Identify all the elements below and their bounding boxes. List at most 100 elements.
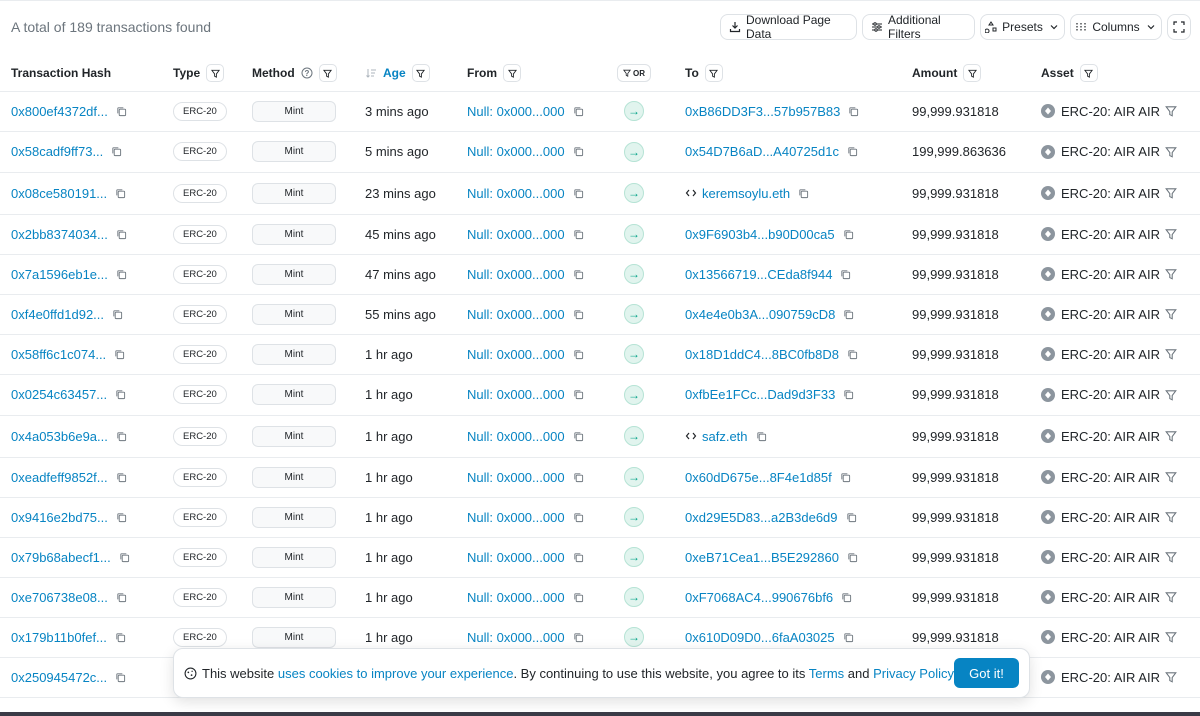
to-address-link[interactable]: 0x18D1ddC4...8BC0fb8D8 [685,347,839,362]
from-address-link[interactable]: Null: 0x000...000 [467,104,565,119]
transaction-hash-link[interactable]: 0x250945472c... [11,670,107,685]
from-address-link[interactable]: Null: 0x000...000 [467,227,565,242]
from-address-link[interactable]: Null: 0x000...000 [467,630,565,645]
to-address-link[interactable]: 0xfbEe1FCc...Dad9d3F33 [685,387,835,402]
copy-icon[interactable] [116,431,127,442]
filter-icon[interactable] [1165,146,1177,158]
terms-link[interactable]: Terms [809,666,844,681]
copy-icon[interactable] [119,552,130,563]
copy-icon[interactable] [111,146,122,157]
filter-icon[interactable] [1165,591,1177,603]
transaction-hash-link[interactable]: 0xeadfeff9852f... [11,470,108,485]
from-address-link[interactable]: Null: 0x000...000 [467,590,565,605]
to-address-link[interactable]: 0x4e4e0b3A...090759cD8 [685,307,835,322]
copy-icon[interactable] [573,146,584,157]
transaction-hash-link[interactable]: 0x2bb8374034... [11,227,108,242]
copy-icon[interactable] [843,389,854,400]
copy-icon[interactable] [116,472,127,483]
copy-icon[interactable] [115,389,126,400]
got-it-button[interactable]: Got it! [954,658,1019,688]
copy-icon[interactable] [573,229,584,240]
to-address-link[interactable]: 0x60dD675e...8F4e1d85f [685,470,832,485]
filter-icon[interactable] [1165,268,1177,280]
copy-icon[interactable] [573,269,584,280]
from-address-link[interactable]: Null: 0x000...000 [467,510,565,525]
asset-text[interactable]: ERC-20: AIR AIR [1061,550,1160,565]
copy-icon[interactable] [573,106,584,117]
filter-icon[interactable] [503,64,521,82]
transaction-hash-link[interactable]: 0x58cadf9ff73... [11,144,103,159]
transaction-hash-link[interactable]: 0xf4e0ffd1d92... [11,307,104,322]
to-address-link[interactable]: 0xeB71Cea1...B5E292860 [685,550,839,565]
asset-text[interactable]: ERC-20: AIR AIR [1061,470,1160,485]
to-address-link[interactable]: 0xB86DD3F3...57b957B83 [685,104,840,119]
copy-icon[interactable] [756,431,767,442]
copy-icon[interactable] [847,146,858,157]
copy-icon[interactable] [573,472,584,483]
download-page-data-button[interactable]: Download Page Data [720,13,857,41]
filter-icon[interactable] [1165,551,1177,563]
asset-text[interactable]: ERC-20: AIR AIR [1061,227,1160,242]
copy-icon[interactable] [798,188,809,199]
to-address-link[interactable]: 0x13566719...CEda8f944 [685,267,832,282]
copy-icon[interactable] [116,269,127,280]
header-age[interactable]: Age [365,55,430,91]
privacy-policy-link[interactable]: Privacy Policy [873,666,953,681]
to-address-link[interactable]: 0xd29E5D83...a2B3de6d9 [685,510,838,525]
filter-icon[interactable] [704,64,723,82]
presets-button[interactable]: Presets [980,14,1065,40]
asset-text[interactable]: ERC-20: AIR AIR [1061,307,1160,322]
filter-icon[interactable] [206,64,225,82]
copy-icon[interactable] [843,229,854,240]
filter-icon[interactable] [1165,631,1177,643]
transaction-hash-link[interactable]: 0x0254c63457... [11,387,107,402]
copy-icon[interactable] [573,309,584,320]
filter-icon[interactable] [1165,389,1177,401]
to-address-link[interactable]: 0x54D7B6aD...A40725d1c [685,144,839,159]
copy-icon[interactable] [573,389,584,400]
from-address-link[interactable]: Null: 0x000...000 [467,429,565,444]
filter-icon[interactable] [1165,671,1177,683]
copy-icon[interactable] [116,106,127,117]
filter-icon[interactable] [1079,64,1098,82]
copy-icon[interactable] [115,632,126,643]
copy-icon[interactable] [116,592,127,603]
copy-icon[interactable] [848,106,859,117]
columns-button[interactable]: Columns [1070,14,1162,40]
to-address-link[interactable]: safz.eth [702,429,748,444]
copy-icon[interactable] [573,431,584,442]
from-address-link[interactable]: Null: 0x000...000 [467,550,565,565]
from-address-link[interactable]: Null: 0x000...000 [467,186,565,201]
to-address-link[interactable]: keremsoylu.eth [702,186,790,201]
transaction-hash-link[interactable]: 0x9416e2bd75... [11,510,108,525]
copy-icon[interactable] [573,512,584,523]
filter-icon[interactable] [1165,187,1177,199]
asset-text[interactable]: ERC-20: AIR AIR [1061,387,1160,402]
from-address-link[interactable]: Null: 0x000...000 [467,267,565,282]
copy-icon[interactable] [116,229,127,240]
transaction-hash-link[interactable]: 0x58ff6c1c074... [11,347,106,362]
asset-text[interactable]: ERC-20: AIR AIR [1061,347,1160,362]
asset-text[interactable]: ERC-20: AIR AIR [1061,267,1160,282]
from-address-link[interactable]: Null: 0x000...000 [467,347,565,362]
to-address-link[interactable]: 0xF7068AC4...990676bf6 [685,590,833,605]
asset-text[interactable]: ERC-20: AIR AIR [1061,670,1160,685]
copy-icon[interactable] [573,552,584,563]
copy-icon[interactable] [573,188,584,199]
filter-icon[interactable] [1165,430,1177,442]
asset-text[interactable]: ERC-20: AIR AIR [1061,186,1160,201]
asset-text[interactable]: ERC-20: AIR AIR [1061,590,1160,605]
copy-icon[interactable] [116,512,127,523]
cookie-policy-link[interactable]: uses cookies to improve your experience [278,666,514,681]
additional-filters-button[interactable]: Additional Filters [862,13,975,41]
from-address-link[interactable]: Null: 0x000...000 [467,307,565,322]
filter-icon[interactable] [1165,105,1177,117]
transaction-hash-link[interactable]: 0x08ce580191... [11,186,107,201]
to-address-link[interactable]: 0x9F6903b4...b90D00ca5 [685,227,835,242]
filter-icon[interactable] [1165,228,1177,240]
transaction-hash-link[interactable]: 0x800ef4372df... [11,104,108,119]
transaction-hash-link[interactable]: 0x7a1596eb1e... [11,267,108,282]
or-filter-button[interactable]: OR [617,64,651,82]
copy-icon[interactable] [840,269,851,280]
asset-text[interactable]: ERC-20: AIR AIR [1061,104,1160,119]
